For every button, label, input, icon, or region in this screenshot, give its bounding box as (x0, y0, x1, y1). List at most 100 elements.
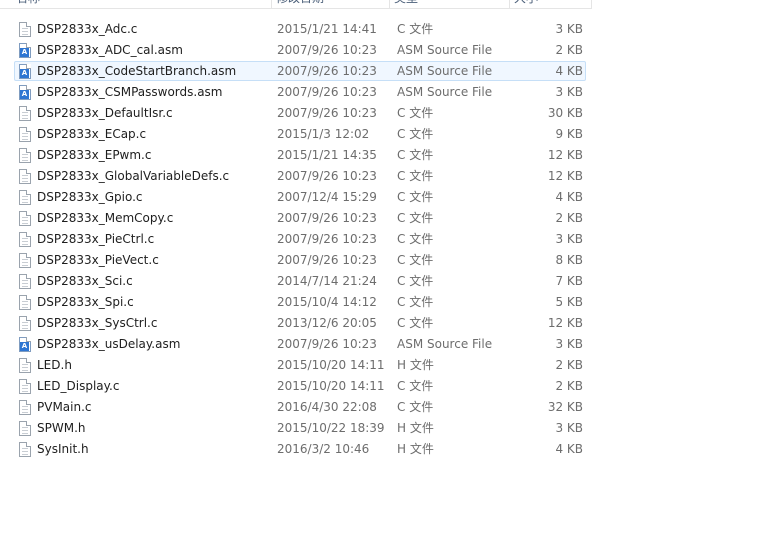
h-file-icon (19, 421, 31, 436)
file-size: 4 KB (555, 442, 583, 456)
file-row[interactable]: A DSP2833x_usDelay.asm 2007/9/26 10:23 ASM … (14, 334, 586, 354)
file-row[interactable]: DSP2833x_MemCopy.c 2007/9/26 10:23 C 文件 2 K… (14, 208, 586, 228)
file-row[interactable]: A DSP2833x_CodeStartBranch.asm 2007/9/26 1… (14, 61, 586, 81)
file-date-modified: 2016/4/30 22:08 (277, 400, 377, 414)
file-row[interactable]: LED.h 2015/10/20 14:11 H 文件 2 KB (14, 355, 586, 375)
file-row[interactable]: DSP2833x_Sci.c 2014/7/14 21:24 C 文件 7 KB (14, 271, 586, 291)
file-row[interactable]: DSP2833x_Spi.c 2015/10/4 14:12 C 文件 5 KB (14, 292, 586, 312)
file-name: DSP2833x_Adc.c (37, 22, 138, 36)
file-row[interactable]: DSP2833x_Gpio.c 2007/12/4 15:29 C 文件 4 KB (14, 187, 586, 207)
file-size: 9 KB (555, 127, 583, 141)
file-row[interactable]: SysInit.h 2016/3/2 10:46 H 文件 4 KB (14, 439, 586, 459)
c-file-icon (19, 232, 31, 247)
c-file-icon (19, 316, 31, 331)
file-size: 3 KB (555, 85, 583, 99)
c-file-icon (19, 211, 31, 226)
file-name: DSP2833x_EPwm.c (37, 148, 152, 162)
file-date-modified: 2015/10/22 18:39 (277, 421, 385, 435)
file-name: DSP2833x_GlobalVariableDefs.c (37, 169, 230, 183)
file-date-modified: 2007/9/26 10:23 (277, 232, 377, 246)
file-row[interactable]: DSP2833x_Adc.c 2015/1/21 14:41 C 文件 3 KB (14, 19, 586, 39)
file-size: 3 KB (555, 421, 583, 435)
file-type: ASM Source File (397, 337, 493, 351)
file-row[interactable]: DSP2833x_EPwm.c 2015/1/21 14:35 C 文件 12 KB (14, 145, 586, 165)
file-name: DSP2833x_MemCopy.c (37, 211, 174, 225)
file-row[interactable]: PVMain.c 2016/4/30 22:08 C 文件 32 KB (14, 397, 586, 417)
file-name: DSP2833x_ADC_cal.asm (37, 43, 183, 57)
file-row[interactable]: DSP2833x_PieCtrl.c 2007/9/26 10:23 C 文件 3 K… (14, 229, 586, 249)
file-row[interactable]: DSP2833x_DefaultIsr.c 2007/9/26 10:23 C 文件… (14, 103, 586, 123)
file-type: C 文件 (397, 148, 434, 162)
file-size: 7 KB (555, 274, 583, 288)
file-type: C 文件 (397, 22, 434, 36)
file-size: 2 KB (555, 379, 583, 393)
file-type: C 文件 (397, 106, 434, 120)
file-row[interactable]: A DSP2833x_CSMPasswords.asm 2007/9/26 10:2… (14, 82, 586, 102)
file-type: H 文件 (397, 421, 434, 435)
c-file-icon (19, 190, 31, 205)
file-type: C 文件 (397, 379, 434, 393)
file-size: 12 KB (547, 169, 583, 183)
column-header-type[interactable]: 类型 (390, 0, 510, 8)
column-header-date[interactable]: 修改日期 (272, 0, 390, 8)
file-row[interactable]: A DSP2833x_ADC_cal.asm 2007/9/26 10:23 ASM … (14, 40, 586, 60)
file-date-modified: 2015/10/4 14:12 (277, 295, 377, 309)
file-date-modified: 2007/9/26 10:23 (277, 253, 377, 267)
file-name: SPWM.h (37, 421, 86, 435)
file-type: ASM Source File (397, 64, 493, 78)
file-size: 2 KB (555, 211, 583, 225)
file-size: 2 KB (555, 358, 583, 372)
file-type: C 文件 (397, 253, 434, 267)
asm-file-icon: A (19, 43, 31, 58)
file-date-modified: 2007/9/26 10:23 (277, 211, 377, 225)
file-type: C 文件 (397, 295, 434, 309)
h-file-icon (19, 442, 31, 457)
file-date-modified: 2013/12/6 20:05 (277, 316, 377, 330)
c-file-icon (19, 148, 31, 163)
file-date-modified: 2007/9/26 10:23 (277, 85, 377, 99)
file-row[interactable]: SPWM.h 2015/10/22 18:39 H 文件 3 KB (14, 418, 586, 438)
c-file-icon (19, 295, 31, 310)
file-size: 12 KB (547, 148, 583, 162)
file-name: DSP2833x_PieCtrl.c (37, 232, 155, 246)
file-type: C 文件 (397, 211, 434, 225)
file-size: 30 KB (547, 106, 583, 120)
column-header-size[interactable]: 大小 (510, 0, 592, 8)
file-date-modified: 2007/12/4 15:29 (277, 190, 377, 204)
c-file-icon (19, 379, 31, 394)
asm-file-icon: A (19, 85, 31, 100)
file-date-modified: 2007/9/26 10:23 (277, 43, 377, 57)
file-row[interactable]: DSP2833x_ECap.c 2015/1/3 12:02 C 文件 9 KB (14, 124, 586, 144)
file-type: ASM Source File (397, 43, 493, 57)
asm-file-icon: A (19, 337, 31, 352)
column-header-name[interactable]: 名称 (12, 0, 272, 8)
asm-file-icon: A (19, 64, 31, 79)
file-date-modified: 2016/3/2 10:46 (277, 442, 370, 456)
h-file-icon (19, 358, 31, 373)
file-row[interactable]: DSP2833x_GlobalVariableDefs.c 2007/9/26 1… (14, 166, 586, 186)
c-file-icon (19, 400, 31, 415)
file-type: H 文件 (397, 442, 434, 456)
file-date-modified: 2015/1/21 14:41 (277, 22, 377, 36)
file-type: C 文件 (397, 190, 434, 204)
file-size: 5 KB (555, 295, 583, 309)
file-row[interactable]: DSP2833x_PieVect.c 2007/9/26 10:23 C 文件 8 K… (14, 250, 586, 270)
file-size: 4 KB (555, 64, 583, 78)
file-name: DSP2833x_CodeStartBranch.asm (37, 64, 237, 78)
file-row[interactable]: LED_Display.c 2015/10/20 14:11 C 文件 2 KB (14, 376, 586, 396)
file-date-modified: 2007/9/26 10:23 (277, 106, 377, 120)
file-name: DSP2833x_PieVect.c (37, 253, 159, 267)
c-file-icon (19, 106, 31, 121)
file-date-modified: 2015/10/20 14:11 (277, 358, 385, 372)
file-size: 3 KB (555, 232, 583, 246)
file-date-modified: 2014/7/14 21:24 (277, 274, 377, 288)
file-name: DSP2833x_DefaultIsr.c (37, 106, 173, 120)
file-type: C 文件 (397, 169, 434, 183)
file-row[interactable]: DSP2833x_SysCtrl.c 2013/12/6 20:05 C 文件 12 … (14, 313, 586, 333)
file-size: 4 KB (555, 190, 583, 204)
file-type: C 文件 (397, 400, 434, 414)
file-date-modified: 2015/1/3 12:02 (277, 127, 370, 141)
file-name: LED.h (37, 358, 72, 372)
file-size: 3 KB (555, 22, 583, 36)
file-date-modified: 2007/9/26 10:23 (277, 169, 377, 183)
